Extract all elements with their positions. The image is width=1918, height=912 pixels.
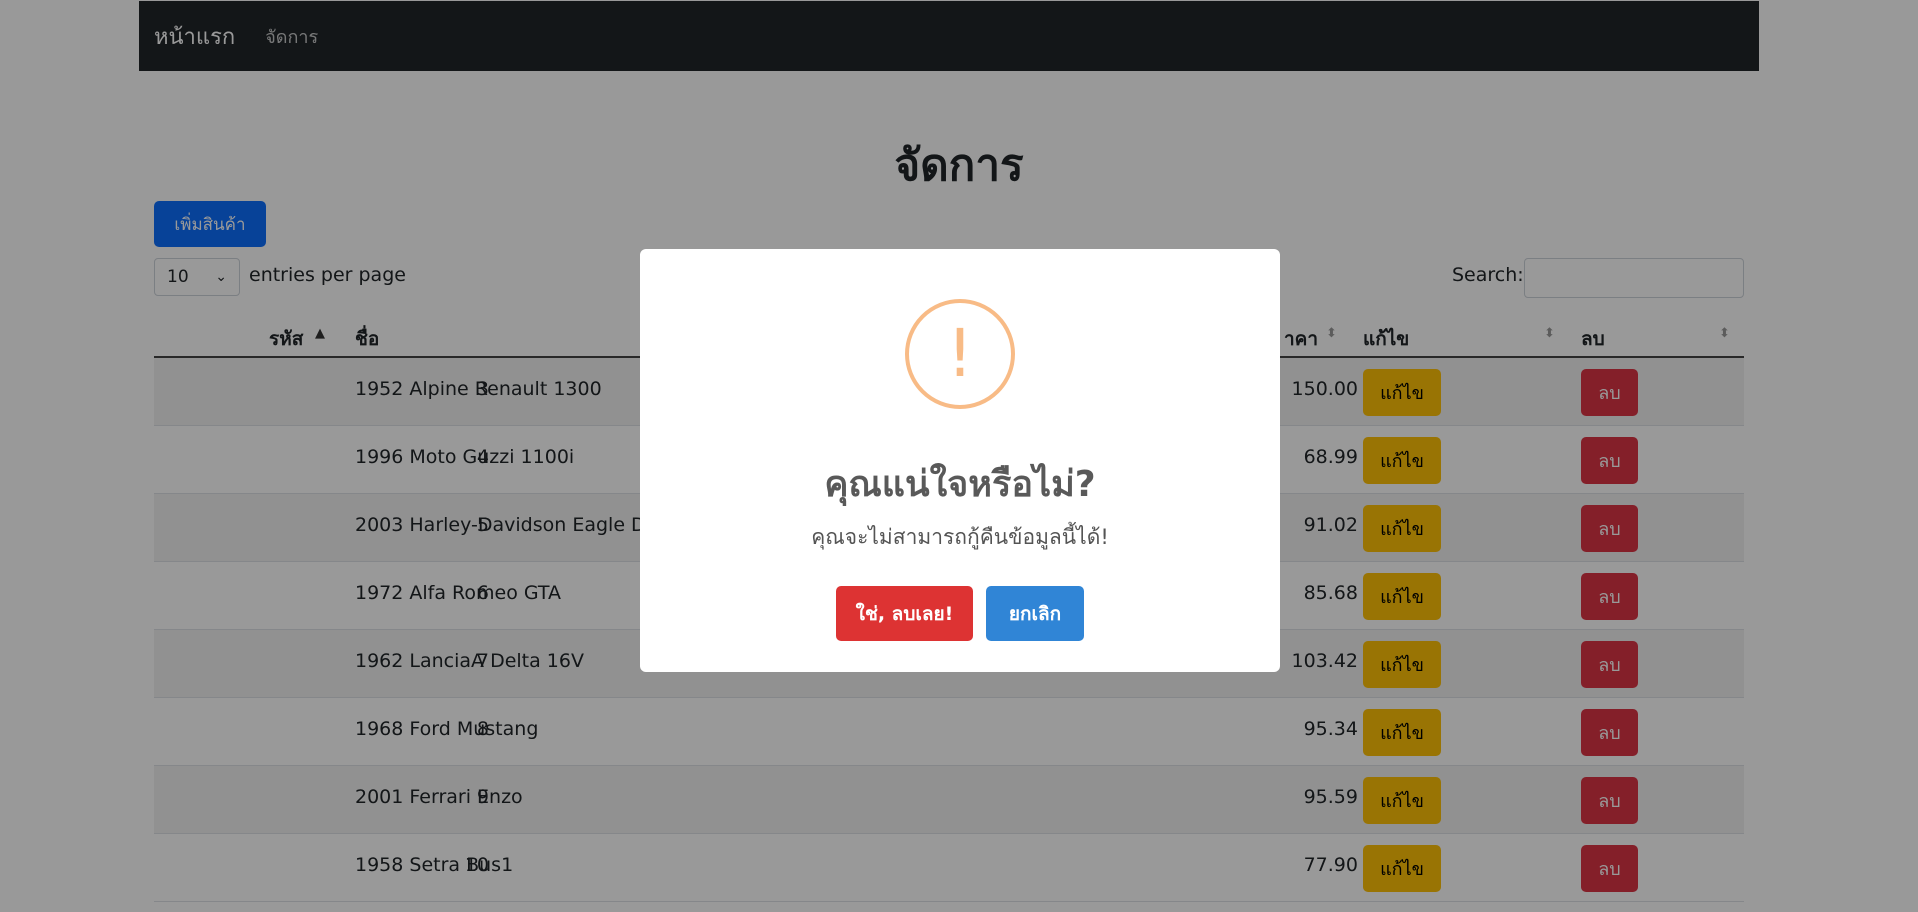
confirm-dialog: ! คุณแน่ใจหรือไม่? คุณจะไม่สามารถกู้คืนข… (640, 249, 1280, 672)
cancel-button[interactable]: ยกเลิก (986, 586, 1084, 641)
dialog-title: คุณแน่ใจหรือไม่? (824, 464, 1096, 505)
dialog-text: คุณจะไม่สามารถกู้คืนข้อมูลนี้ได้! (811, 525, 1109, 549)
confirm-delete-button[interactable]: ใช่, ลบเลย! (836, 586, 973, 641)
warning-icon: ! (905, 299, 1015, 409)
